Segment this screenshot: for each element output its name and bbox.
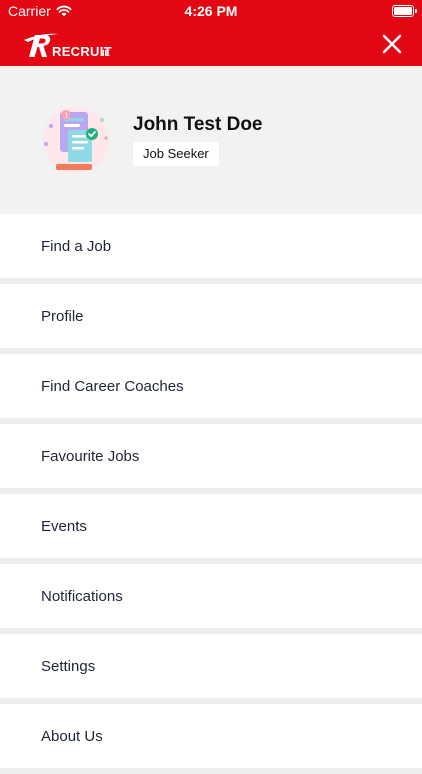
menu-item-notifications[interactable]: Notifications	[0, 564, 422, 628]
close-icon[interactable]	[380, 32, 404, 56]
menu-item-favourite-jobs[interactable]: Favourite Jobs	[0, 424, 422, 488]
menu-item-profile[interactable]: Profile	[0, 284, 422, 348]
menu-item-label: Events	[41, 517, 87, 535]
menu-item-label: About Us	[41, 727, 103, 745]
status-time: 4:26 PM	[184, 3, 238, 19]
menu-item-settings[interactable]: Settings	[0, 634, 422, 698]
job-seeker-illustration: 1	[43, 107, 109, 173]
recruit-logo: RECRUIT .IE	[24, 33, 112, 59]
menu-item-label: Profile	[41, 307, 84, 325]
menu-item-about-us[interactable]: About Us	[0, 704, 422, 768]
role-badge: Job Seeker	[133, 142, 219, 166]
battery-icon	[392, 5, 417, 17]
profile-panel: 1 John Test Doe Job Seeker	[0, 66, 422, 214]
logo-suffix: .IE	[100, 49, 110, 58]
side-menu: Find a Job Profile Find Career Coaches F…	[0, 214, 422, 774]
menu-item-label: Favourite Jobs	[41, 447, 140, 465]
menu-item-events[interactable]: Events	[0, 494, 422, 558]
menu-item-label: Find Career Coaches	[41, 377, 184, 395]
user-name: John Test Doe	[133, 114, 263, 135]
status-bar: Carrier 4:26 PM	[0, 0, 422, 22]
menu-item-label: Notifications	[41, 587, 123, 605]
menu-item-find-career-coaches[interactable]: Find Career Coaches	[0, 354, 422, 418]
menu-item-label: Find a Job	[41, 237, 112, 255]
nav-bar: RECRUIT .IE	[0, 22, 422, 66]
svg-text:1: 1	[65, 113, 69, 120]
menu-item-find-a-job[interactable]: Find a Job	[0, 214, 422, 278]
menu-item-label: Settings	[41, 657, 96, 675]
